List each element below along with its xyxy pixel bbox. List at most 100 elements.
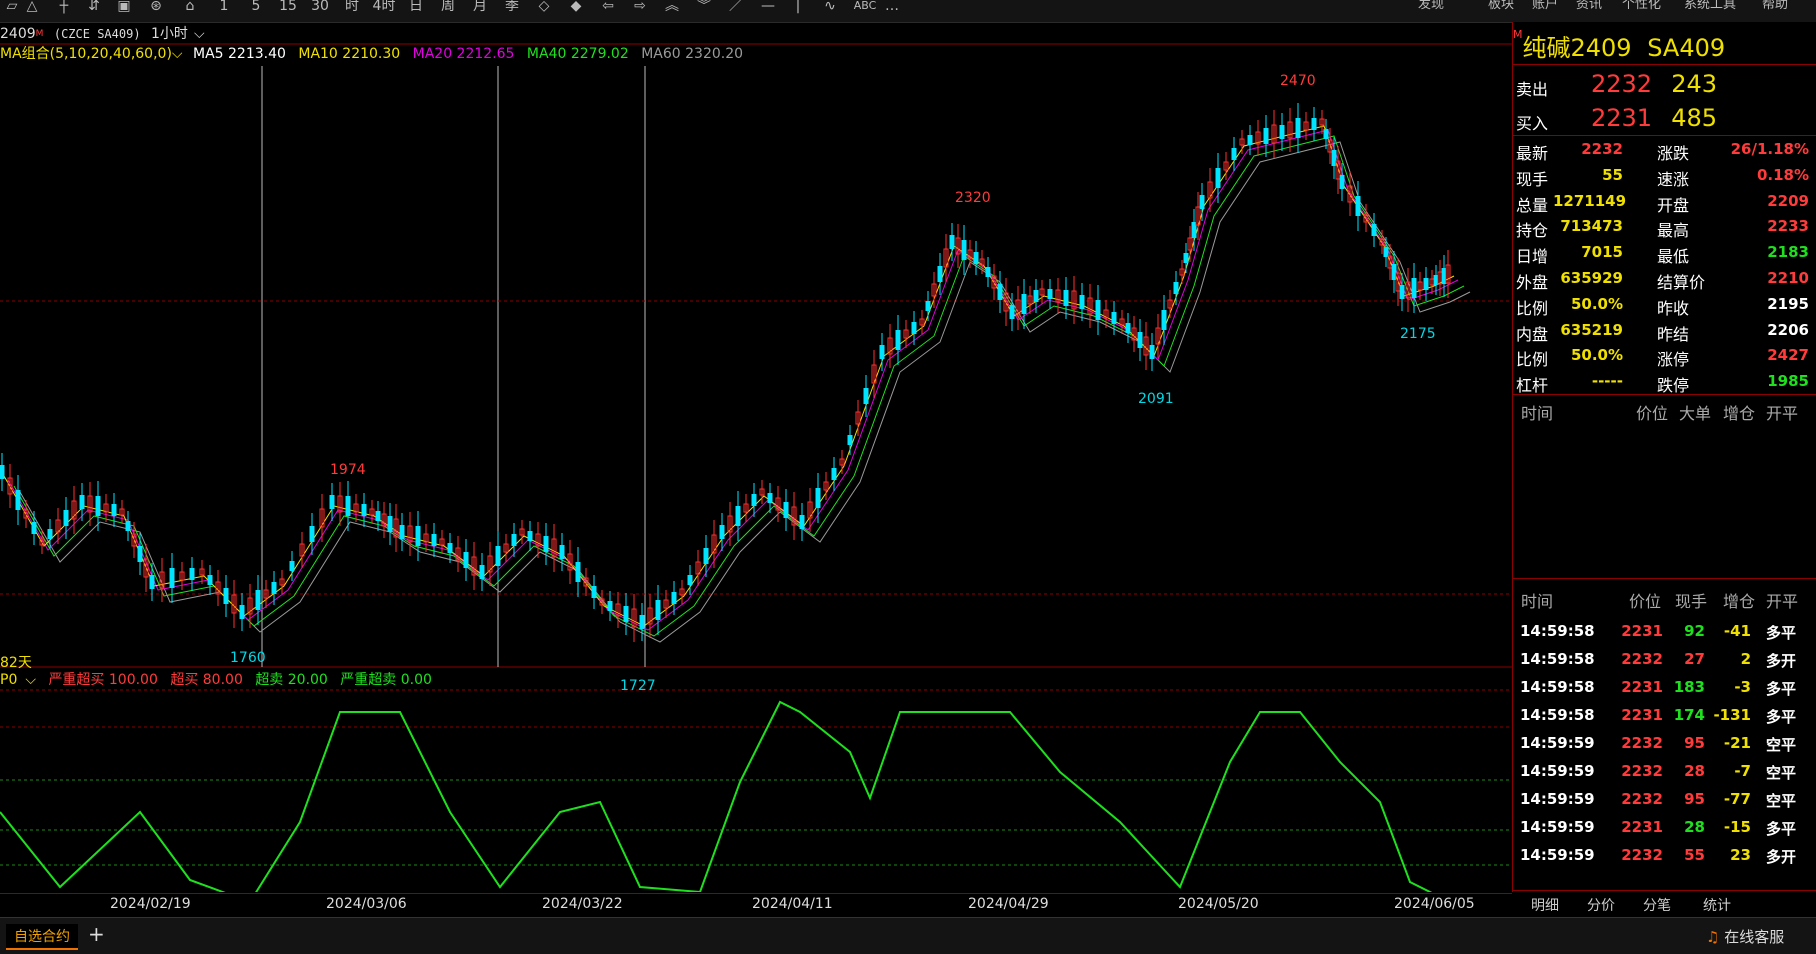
period-week-icon[interactable]: 周 <box>436 0 460 14</box>
date-label: 2024/06/05 <box>1394 896 1475 912</box>
candle-body <box>735 506 741 526</box>
candle-body <box>1149 345 1155 359</box>
service-button[interactable]: ♫ 在线客服 <box>1706 926 1784 947</box>
tick-oichg: -21 <box>1723 734 1751 752</box>
candle-body <box>1033 290 1039 302</box>
separator <box>1513 578 1816 579</box>
chart-pane[interactable] <box>0 22 1513 892</box>
arrow-left-icon[interactable]: ⇦ <box>596 0 620 14</box>
tick-size: 27 <box>1684 650 1705 668</box>
oscillator-selector[interactable]: P0 ⌵ <box>0 672 36 688</box>
more-icon[interactable]: … <box>880 0 904 14</box>
candle-body <box>1383 247 1389 257</box>
house-icon[interactable]: ⌂ <box>178 0 202 14</box>
tick-type: 多开 <box>1766 652 1797 670</box>
line-tool-icon[interactable]: △ <box>20 0 44 14</box>
candle-body <box>169 568 175 588</box>
kline-icon[interactable]: ┼ <box>52 0 76 14</box>
menu-account[interactable]: 账户 <box>1532 0 1558 12</box>
add-tab-button[interactable]: + <box>88 922 105 946</box>
candle-body <box>575 562 581 582</box>
stat-label: 涨跌 <box>1657 144 1690 163</box>
period-5-icon[interactable]: 5 <box>244 0 268 14</box>
menu-discover[interactable]: 发现 <box>1418 0 1444 12</box>
tick-row[interactable]: 14:59:59 2232 55 23 多开 <box>1513 842 1816 870</box>
tick-row[interactable]: 14:59:59 2232 95 -21 空平 <box>1513 730 1816 758</box>
stat-label: 开盘 <box>1657 195 1690 215</box>
candle-body <box>1441 268 1447 284</box>
tick-h-time: 时间 <box>1521 592 1554 611</box>
service-label: 在线客服 <box>1724 928 1785 946</box>
period-selector[interactable]: 1小时 ⌵ <box>151 26 211 42</box>
tick-row[interactable]: 14:59:59 2232 95 -77 空平 <box>1513 786 1816 814</box>
tick-price: 2232 <box>1621 790 1663 808</box>
compare-icon[interactable]: ⇵ <box>82 0 106 14</box>
candle-body <box>1095 300 1101 320</box>
watchlist-tab[interactable]: 自选合约 <box>6 924 78 950</box>
big-h-type: 开平 <box>1766 404 1799 423</box>
chart-type-icon[interactable]: ▣ <box>112 0 136 14</box>
period-240-icon[interactable]: 4时 <box>372 0 396 14</box>
hline-icon[interactable]: — <box>756 0 780 14</box>
chevron-up-icon[interactable]: ︽ <box>660 0 684 14</box>
stat-label: 最高 <box>1657 221 1690 241</box>
separator <box>1513 135 1816 136</box>
link-icon[interactable]: ⊛ <box>144 0 168 14</box>
period-season-icon[interactable]: 季 <box>500 0 524 14</box>
candle-body <box>1279 125 1285 139</box>
menu-system-tools[interactable]: 系统工具 <box>1684 0 1736 12</box>
tick-row[interactable]: 14:59:59 2231 28 -15 多平 <box>1513 814 1816 842</box>
tick-row[interactable]: 14:59:59 2232 28 -7 空平 <box>1513 758 1816 786</box>
menu-news[interactable]: 资讯 <box>1576 0 1602 12</box>
candle-body <box>1323 129 1329 139</box>
stat-label: 外盘 <box>1516 273 1549 292</box>
ask-row[interactable]: 卖出 2232 243 <box>1513 66 1816 100</box>
tab-price-dist[interactable]: 分价 <box>1587 895 1615 915</box>
tick-type: 多平 <box>1766 708 1797 726</box>
tick-row[interactable]: 14:59:58 2231 183 -3 多平 <box>1513 674 1816 702</box>
stat-row: 比例 50.0% 涨停 2427 <box>1513 346 1816 370</box>
chevron-down-icon[interactable]: ︾ <box>692 0 716 14</box>
ma60-value: MA60 2320.20 <box>641 46 744 62</box>
tab-detail[interactable]: 明细 <box>1531 895 1559 915</box>
candle-body <box>1247 135 1253 145</box>
candle-body <box>543 536 549 552</box>
arrow-right-icon[interactable]: ⇨ <box>628 0 652 14</box>
tab-ticks[interactable]: 分笔 <box>1643 895 1671 915</box>
period-day-icon[interactable]: 日 <box>404 0 428 14</box>
stat-label: 持仓 <box>1516 221 1549 241</box>
candle-body <box>1311 118 1317 130</box>
tick-row[interactable]: 14:59:58 2231 174 -131 多平 <box>1513 702 1816 730</box>
candle-body <box>137 546 143 562</box>
period-15-icon[interactable]: 15 <box>276 0 300 14</box>
tab-stats[interactable]: 统计 <box>1703 895 1731 915</box>
zoom-in-icon[interactable]: ◇ <box>532 0 556 14</box>
vline-icon[interactable]: | <box>786 0 810 14</box>
period-60-icon[interactable]: 时 <box>340 0 364 14</box>
tick-row[interactable]: 14:59:58 2232 27 2 多开 <box>1513 646 1816 674</box>
candle-body <box>1079 295 1085 309</box>
stat-label: 现手 <box>1516 169 1549 189</box>
tick-row[interactable]: 14:59:58 2231 92 -41 多平 <box>1513 618 1816 646</box>
period-30-icon[interactable]: 30 <box>308 0 332 14</box>
date-label: 2024/05/20 <box>1178 896 1259 912</box>
period-month-icon[interactable]: 月 <box>468 0 492 14</box>
big-h-size: 大单 <box>1679 404 1712 423</box>
ma40-line <box>13 135 1465 637</box>
zoom-out-icon[interactable]: ◆ <box>564 0 588 14</box>
bid-row[interactable]: 买入 2231 485 <box>1513 100 1816 134</box>
symbol-full: (CZCE SA409) <box>53 27 141 41</box>
stat-value: 50.0% <box>1570 294 1623 313</box>
text-icon[interactable]: ABC <box>850 0 880 14</box>
period-1-icon[interactable]: 1 <box>212 0 236 14</box>
menu-help[interactable]: 帮助 <box>1762 0 1788 12</box>
ma-group-selector[interactable]: MA组合(5,10,20,40,60,0)⌵ <box>0 46 183 62</box>
menu-personalize[interactable]: 个性化 <box>1622 0 1661 12</box>
tick-time: 14:59:58 <box>1520 622 1595 640</box>
tick-type: 多平 <box>1766 820 1797 838</box>
candle-body <box>361 504 367 516</box>
wave-icon[interactable]: ∿ <box>818 0 842 14</box>
stat-label: 涨停 <box>1657 350 1690 370</box>
pen-icon[interactable]: ／ <box>724 0 748 14</box>
menu-sector[interactable]: 板块 <box>1488 0 1514 12</box>
